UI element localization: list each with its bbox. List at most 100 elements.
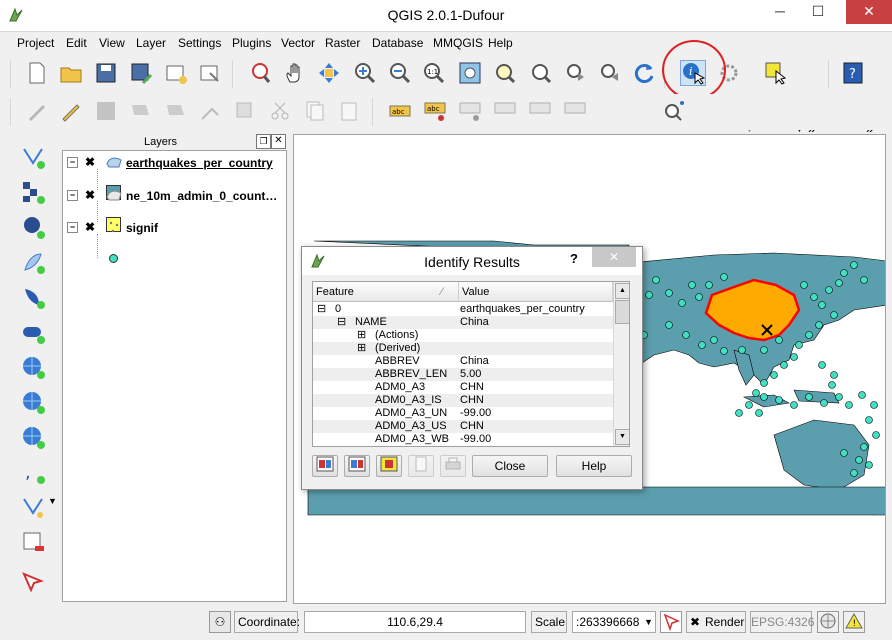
expand-all-button[interactable] [312, 455, 338, 477]
add-mssql-layer-icon[interactable] [20, 284, 46, 310]
save-as-icon[interactable] [128, 60, 154, 86]
current-edits-icon[interactable] [24, 98, 50, 124]
expand-icon[interactable]: ⊞ [357, 329, 366, 342]
menu-plugins[interactable]: Plugins [232, 36, 271, 50]
select-features-icon[interactable] [763, 60, 789, 86]
expand-icon[interactable]: ⊟ [317, 303, 326, 316]
tree-row[interactable]: ⊞ (Actions) [313, 329, 613, 342]
add-wcs-layer-icon[interactable] [20, 389, 46, 415]
menu-settings[interactable]: Settings [178, 36, 221, 50]
whats-this-help-icon[interactable]: ? [840, 60, 866, 86]
tree-row[interactable]: ABBREV_LEN 5.00 [313, 368, 613, 381]
pin-labels-icon[interactable]: abc [422, 98, 448, 124]
tree-row[interactable]: ABBREV China [313, 355, 613, 368]
new-project-icon[interactable] [24, 60, 50, 86]
save-project-icon[interactable] [93, 60, 119, 86]
menu-raster[interactable]: Raster [325, 36, 360, 50]
new-shapefile-layer-icon[interactable] [20, 494, 46, 520]
expand-new-results-button[interactable] [376, 455, 402, 477]
mouse-coords-toggle-icon[interactable]: ⚇ [209, 611, 231, 633]
print-button[interactable] [440, 455, 466, 477]
refresh-icon[interactable] [631, 60, 657, 86]
cut-features-icon[interactable] [267, 98, 293, 124]
tree-row[interactable]: ⊟ 0 earthquakes_per_country [313, 303, 613, 316]
collapse-icon[interactable]: − [67, 222, 78, 233]
close-panel-icon[interactable]: ✕ [271, 134, 286, 149]
tree-row[interactable]: ADM0_A3_UN -99.00 [313, 407, 613, 420]
layer-visibility-checkbox[interactable]: ✖ [85, 188, 95, 202]
add-vector-tile-icon[interactable] [20, 569, 46, 595]
paste-features-icon[interactable] [337, 98, 363, 124]
add-spatialite-layer-icon[interactable] [20, 249, 46, 275]
zoom-native-icon[interactable]: 1:1 [421, 60, 447, 86]
zoom-full-icon[interactable] [457, 60, 483, 86]
minimize-button[interactable]: ─ [762, 0, 798, 24]
delete-selected-icon[interactable] [232, 98, 258, 124]
add-oracle-layer-icon[interactable] [20, 319, 46, 345]
pan-hand-icon[interactable] [282, 60, 308, 86]
maximize-button[interactable]: ☐ [800, 0, 836, 24]
zoom-in-icon[interactable] [352, 60, 378, 86]
layer-visibility-checkbox[interactable]: ✖ [85, 155, 95, 169]
collapse-icon[interactable]: − [67, 157, 78, 168]
dialog-close-x-button[interactable]: ✕ [592, 247, 636, 267]
zoom-to-layer-icon[interactable] [492, 60, 518, 86]
layer-visibility-checkbox[interactable]: ✖ [85, 220, 95, 234]
layer-item-ne-admin[interactable]: − ✖ ne_10m_admin_0_count… [67, 188, 282, 206]
coordinate-field[interactable]: 110.6,29.4 [304, 611, 526, 633]
tree-row[interactable]: ADM0_A3_IS CHN [313, 394, 613, 407]
expand-icon[interactable]: ⊞ [357, 342, 366, 355]
scale-combobox[interactable]: :263396668 ▼ [572, 611, 656, 633]
chevron-down-icon[interactable]: ▼ [644, 612, 653, 632]
column-header-feature[interactable]: Feature ⁄ [313, 282, 459, 302]
copy-feature-button[interactable] [408, 455, 434, 477]
render-checkbox[interactable]: ✖ Render [686, 611, 746, 633]
menu-view[interactable]: View [99, 36, 125, 50]
add-delimited-text-layer-icon[interactable]: , [20, 459, 46, 485]
close-button[interactable]: Close [472, 455, 548, 477]
layer-symbol-swatch[interactable] [109, 254, 118, 263]
add-wms-layer-icon[interactable] [20, 354, 46, 380]
stop-render-icon[interactable] [660, 611, 682, 633]
add-vector-layer-icon[interactable] [20, 144, 46, 170]
show-hide-labels-icon[interactable] [457, 98, 483, 124]
new-print-composer-icon[interactable] [163, 60, 189, 86]
menu-layer[interactable]: Layer [136, 36, 166, 50]
menu-edit[interactable]: Edit [66, 36, 87, 50]
scroll-down-icon[interactable]: ▼ [615, 429, 629, 445]
scroll-up-icon[interactable]: ▲ [615, 283, 629, 299]
help-button[interactable]: Help [556, 455, 632, 477]
layer-labeling-icon[interactable]: abc [387, 98, 413, 124]
tree-row[interactable]: ADM0_A3 CHN [313, 381, 613, 394]
menu-project[interactable]: Project [17, 36, 54, 50]
close-window-button[interactable]: ✕ [846, 0, 892, 24]
toggle-editing-icon[interactable] [58, 98, 84, 124]
zoom-to-selection-icon[interactable] [528, 60, 554, 86]
layer-item-signif[interactable]: − ✖ signif [67, 220, 282, 238]
scroll-thumb[interactable] [615, 300, 629, 324]
menu-vector[interactable]: Vector [281, 36, 315, 50]
move-feature-icon[interactable] [163, 98, 189, 124]
add-feature-icon[interactable] [128, 98, 154, 124]
collapse-all-button[interactable] [344, 455, 370, 477]
copy-features-icon[interactable] [302, 98, 328, 124]
menu-help[interactable]: Help [488, 36, 513, 50]
zoom-next-icon[interactable] [597, 60, 623, 86]
dialog-help-button[interactable]: ? [570, 251, 578, 266]
open-project-icon[interactable] [58, 60, 84, 86]
add-postgis-layer-icon[interactable] [20, 214, 46, 240]
zoom-last-icon[interactable] [563, 60, 589, 86]
composer-manager-icon[interactable] [197, 60, 223, 86]
float-panel-icon[interactable]: ❐ [256, 134, 271, 149]
tree-row[interactable]: ⊟ NAME China [313, 316, 613, 329]
layer-item-earthquakes[interactable]: − ✖ earthquakes_per_country [67, 155, 282, 173]
rotate-label-icon[interactable] [527, 98, 553, 124]
remove-layer-icon[interactable] [20, 529, 46, 555]
pan-to-selection-icon[interactable] [247, 60, 273, 86]
new-layer-dropdown-icon[interactable]: ▼ [48, 496, 57, 506]
add-wfs-layer-icon[interactable] [20, 424, 46, 450]
tree-row[interactable]: ADM0_A3_WB -99.00 [313, 433, 613, 446]
tree-row[interactable]: ⊞ (Derived) [313, 342, 613, 355]
save-edits-icon[interactable] [93, 98, 119, 124]
column-header-value[interactable]: Value [459, 282, 613, 302]
